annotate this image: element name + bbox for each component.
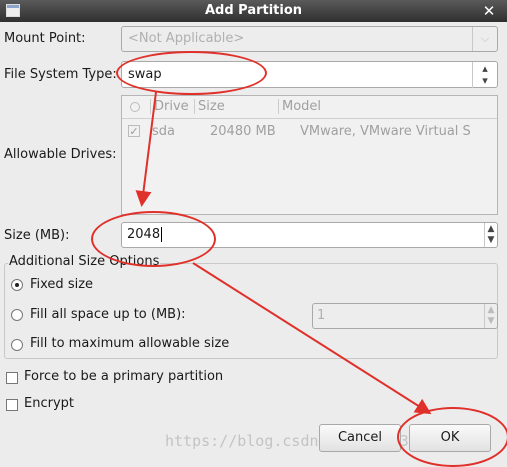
annotation-arrows [135,91,432,415]
arrow-to-size [135,91,157,207]
arrow-to-ok [192,262,432,415]
